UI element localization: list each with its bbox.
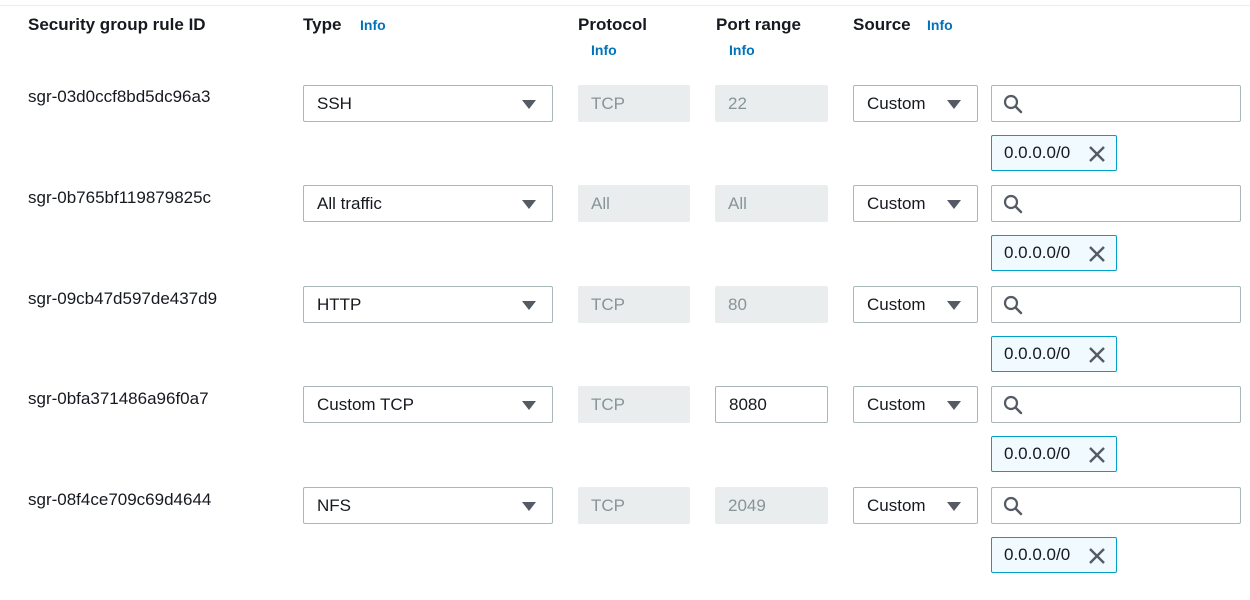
protocol-field: TCP [578, 487, 690, 524]
protocol-field: TCP [578, 85, 690, 122]
top-divider [0, 0, 1250, 6]
type-select-value: NFS [317, 495, 351, 515]
source-type-select[interactable]: Custom [853, 185, 978, 222]
header-type: Type [303, 15, 342, 34]
type-select-value: All traffic [317, 193, 382, 213]
caret-down-icon [522, 301, 536, 310]
source-type-select[interactable]: Custom [853, 85, 978, 122]
port-range-input[interactable]: 8080 [715, 386, 828, 423]
port-range-value: 8080 [729, 394, 767, 414]
protocol-value: TCP [591, 394, 625, 414]
close-icon[interactable] [1088, 446, 1106, 464]
source-search-input[interactable] [991, 85, 1241, 122]
source-type-select[interactable]: Custom [853, 386, 978, 423]
source-search-input[interactable] [991, 286, 1241, 323]
rule-id: sgr-09cb47d597de437d9 [28, 289, 218, 308]
protocol-field: TCP [578, 286, 690, 323]
caret-down-icon [947, 301, 961, 310]
protocol-field: TCP [578, 386, 690, 423]
close-icon[interactable] [1088, 547, 1106, 565]
protocol-value: All [591, 193, 610, 213]
cidr-token-label: 0.0.0.0/0 [1004, 545, 1071, 564]
protocol-value: TCP [591, 495, 625, 515]
cidr-token: 0.0.0.0/0 [991, 436, 1117, 472]
type-select[interactable]: Custom TCP [303, 386, 553, 423]
source-search-input[interactable] [991, 386, 1241, 423]
type-select[interactable]: NFS [303, 487, 553, 524]
cidr-token-label: 0.0.0.0/0 [1004, 143, 1071, 162]
protocol-value: TCP [591, 294, 625, 314]
search-icon [1003, 395, 1023, 415]
port-range-field: 22 [715, 85, 828, 122]
rule-id: sgr-08f4ce709c69d4644 [28, 490, 212, 509]
caret-down-icon [947, 401, 961, 410]
source-search-input[interactable] [991, 185, 1241, 222]
caret-down-icon [522, 502, 536, 511]
source-type-select[interactable]: Custom [853, 286, 978, 323]
source-type-value: Custom [867, 294, 926, 314]
caret-down-icon [522, 100, 536, 109]
cidr-token-label: 0.0.0.0/0 [1004, 344, 1071, 363]
cidr-token: 0.0.0.0/0 [991, 537, 1117, 573]
rule-id: sgr-0bfa371486a96f0a7 [28, 389, 209, 408]
caret-down-icon [522, 200, 536, 209]
header-rule-id: Security group rule ID [28, 15, 206, 34]
source-type-value: Custom [867, 193, 926, 213]
cidr-token-label: 0.0.0.0/0 [1004, 243, 1071, 262]
port-range-field: 80 [715, 286, 828, 323]
header-source: Source [853, 15, 911, 34]
close-icon[interactable] [1088, 245, 1106, 263]
cidr-token: 0.0.0.0/0 [991, 135, 1117, 171]
caret-down-icon [947, 100, 961, 109]
search-icon [1003, 194, 1023, 214]
type-select-value: Custom TCP [317, 394, 414, 414]
port-range-value: 80 [728, 294, 747, 314]
source-search-input[interactable] [991, 487, 1241, 524]
cidr-token: 0.0.0.0/0 [991, 336, 1117, 372]
protocol-value: TCP [591, 93, 625, 113]
close-icon[interactable] [1088, 346, 1106, 364]
source-type-value: Custom [867, 394, 926, 414]
port-range-field: 2049 [715, 487, 828, 524]
type-info-link[interactable]: Info [360, 17, 386, 33]
search-icon [1003, 94, 1023, 114]
header-port-range: Port range [716, 15, 802, 34]
source-type-select[interactable]: Custom [853, 487, 978, 524]
header-protocol: Protocol [578, 15, 647, 34]
type-select[interactable]: All traffic [303, 185, 553, 222]
search-icon [1003, 496, 1023, 516]
source-info-link[interactable]: Info [927, 17, 953, 33]
search-icon [1003, 295, 1023, 315]
rule-id: sgr-03d0ccf8bd5dc96a3 [28, 87, 211, 106]
caret-down-icon [947, 502, 961, 511]
caret-down-icon [947, 200, 961, 209]
rule-id: sgr-0b765bf119879825c [28, 188, 212, 207]
port-range-value: 22 [728, 93, 747, 113]
type-select-value: SSH [317, 93, 352, 113]
cidr-token: 0.0.0.0/0 [991, 235, 1117, 271]
port-range-field: All [715, 185, 828, 222]
cidr-token-label: 0.0.0.0/0 [1004, 444, 1071, 463]
type-select[interactable]: SSH [303, 85, 553, 122]
protocol-field: All [578, 185, 690, 222]
port-range-value: 2049 [728, 495, 766, 515]
protocol-info-link[interactable]: Info [591, 42, 617, 58]
port-range-value: All [728, 193, 747, 213]
caret-down-icon [522, 401, 536, 410]
type-select[interactable]: HTTP [303, 286, 553, 323]
close-icon[interactable] [1088, 145, 1106, 163]
port-range-info-link[interactable]: Info [729, 42, 755, 58]
source-type-value: Custom [867, 93, 926, 113]
type-select-value: HTTP [317, 294, 362, 314]
source-type-value: Custom [867, 495, 926, 515]
